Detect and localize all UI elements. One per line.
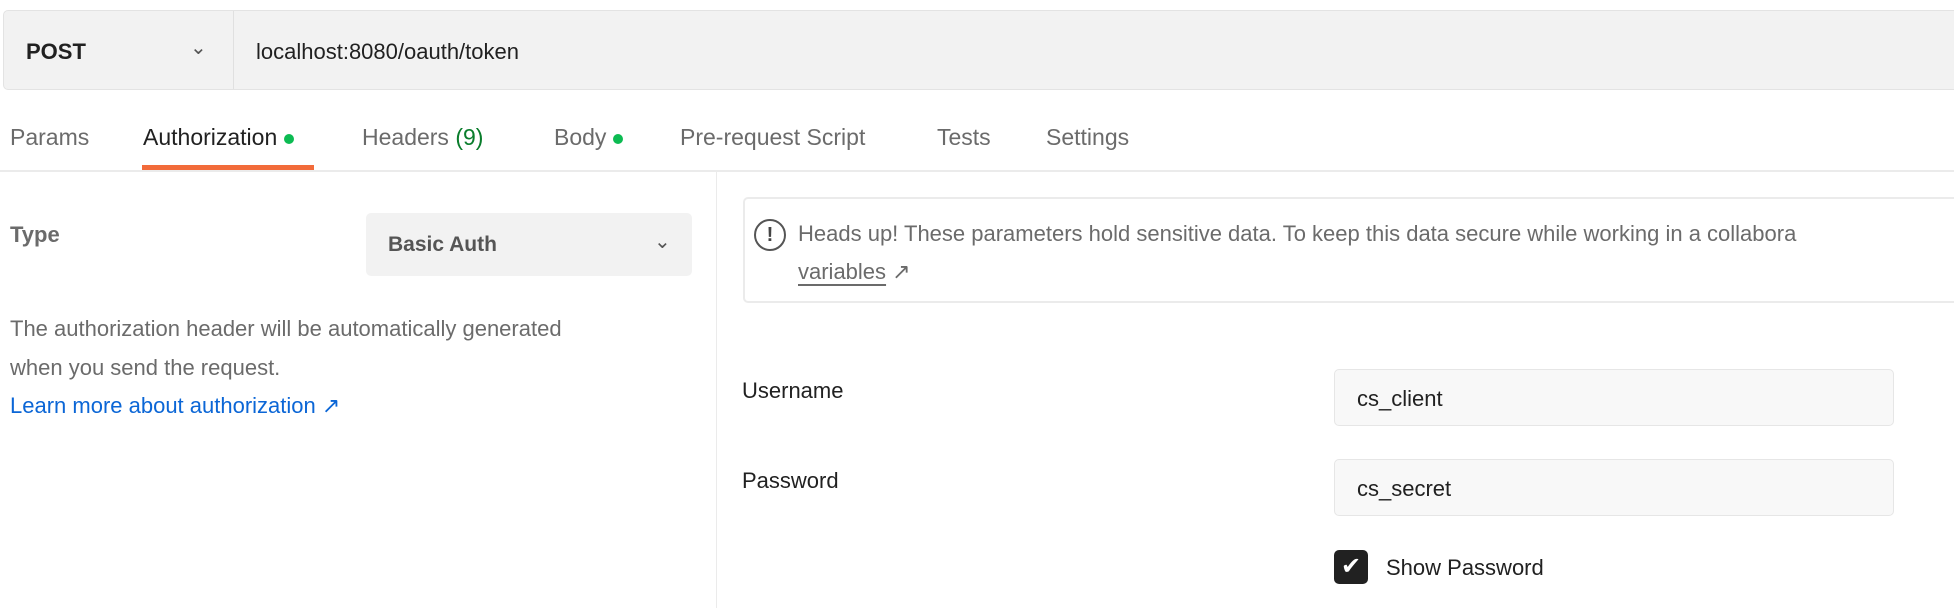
variables-link[interactable]: variables [798,259,886,284]
auth-type-value: Basic Auth [388,233,497,256]
tab-divider [0,170,1954,172]
external-link-icon: ↗ [892,259,911,284]
headers-count: (9) [455,124,484,150]
status-dot-icon [613,133,624,144]
tab-tests[interactable]: Tests [937,124,991,151]
url-bar: POST ⌄ localhost:8080/oauth/token [3,10,1954,90]
tab-label: Body [554,124,607,150]
username-input[interactable]: cs_client [1334,369,1894,426]
tab-pre-request-script[interactable]: Pre-request Script [680,124,865,151]
tab-settings[interactable]: Settings [1046,124,1129,151]
sensitive-data-alert: ! Heads up! These parameters hold sensit… [743,197,1954,303]
checkmark-icon: ✔ [1340,553,1362,580]
show-password-checkbox[interactable]: ✔ [1334,550,1368,584]
tab-params[interactable]: Params [10,124,89,151]
type-label: Type [10,222,60,247]
password-label: Password [742,468,839,493]
tab-authorization[interactable]: Authorization [143,124,295,151]
learn-more-link[interactable]: Learn more about authorization ↗ [10,393,340,419]
show-password-label[interactable]: Show Password [1386,555,1544,581]
auth-type-select[interactable]: Basic Auth ⌄ [366,213,692,276]
chevron-down-icon: ⌄ [190,37,207,59]
auth-description: The authorization header will be automat… [10,316,562,341]
method-label: POST [26,39,86,64]
tab-label: Headers [362,124,449,150]
method-select[interactable]: POST ⌄ [4,11,234,89]
tab-body[interactable]: Body [554,124,624,151]
active-tab-indicator [142,165,314,170]
status-dot-icon [284,133,295,144]
url-input[interactable]: localhost:8080/oauth/token [256,39,519,65]
exclamation-icon: ! [754,219,786,251]
chevron-down-icon: ⌄ [654,231,671,253]
tab-label: Authorization [143,124,278,150]
alert-text: Heads up! These parameters hold sensitiv… [798,221,1797,246]
auth-description: when you send the request. [10,355,281,380]
username-label: Username [742,378,844,403]
tab-headers[interactable]: Headers (9) [362,124,483,151]
password-input[interactable]: cs_secret [1334,459,1894,516]
pane-divider[interactable] [716,172,717,608]
